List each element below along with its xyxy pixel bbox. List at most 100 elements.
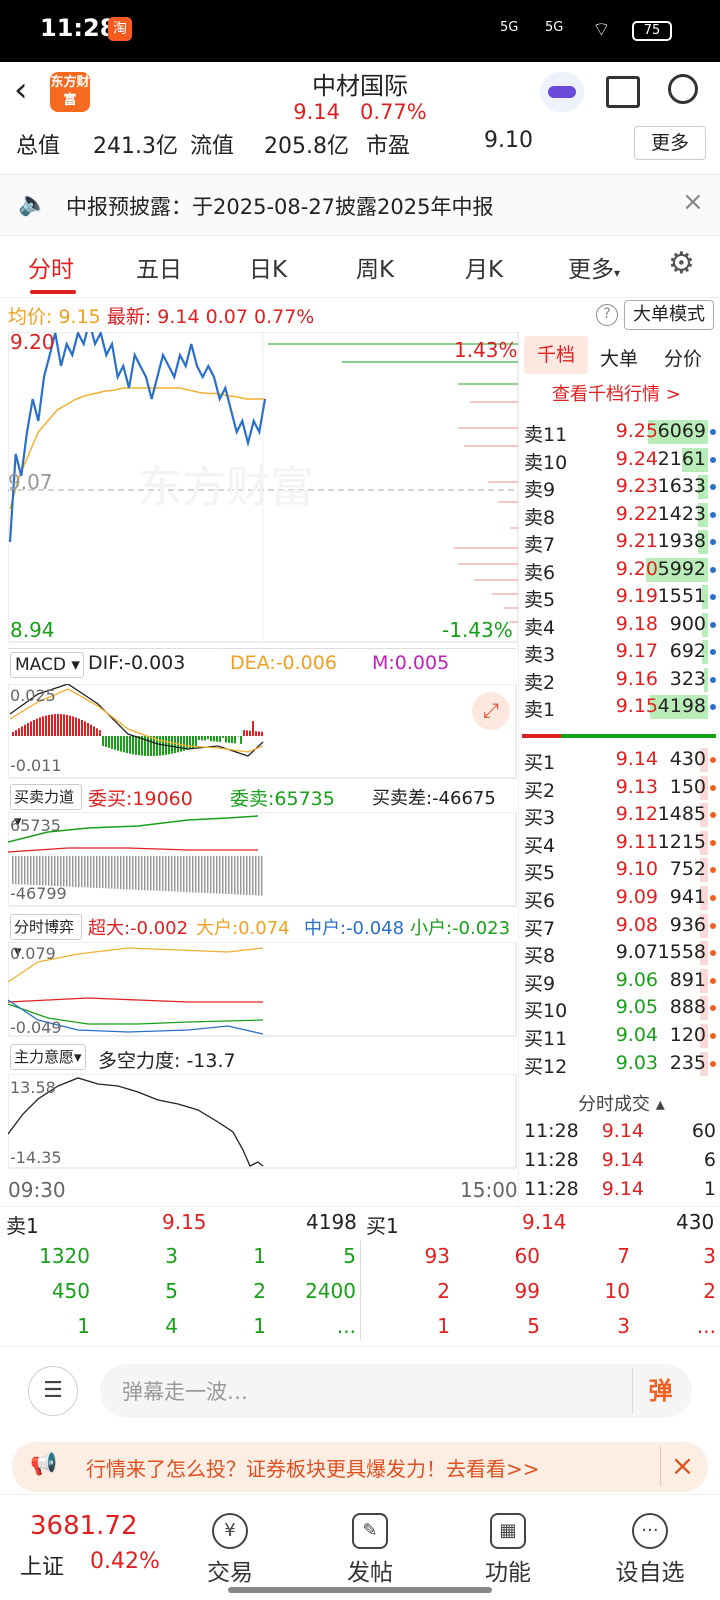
tab-big-orders[interactable]: 大单 <box>600 344 638 371</box>
flow-chart <box>8 812 517 907</box>
settings-gear-icon[interactable]: ⚙ <box>668 246 695 281</box>
flow-selector[interactable]: 买卖力道▾ <box>10 784 82 830</box>
time-end-label: 15:00 <box>460 1178 518 1202</box>
sell-level-row[interactable]: 卖11 9.25 6069 <box>522 418 718 446</box>
promo-banner[interactable]: 📢 行情来了怎么投？证券板块更具爆发力！去看看>> × <box>12 1442 708 1492</box>
tab-monthly-k[interactable]: 月K <box>465 250 503 284</box>
queue-cell: 3 <box>617 1314 630 1338</box>
more-info-button[interactable]: 更多 <box>634 126 706 160</box>
sell-level-row[interactable]: 卖2 9.16 323 <box>522 666 718 694</box>
macd-bar <box>150 736 152 756</box>
main-force-selector[interactable]: 主力意愿▾ <box>10 1044 86 1070</box>
level-volume: 936 <box>669 913 706 936</box>
nav-trade[interactable]: ¥ 交易 <box>180 1513 280 1587</box>
tab-active-indicator <box>30 290 76 294</box>
index-value[interactable]: 3681.72 <box>30 1511 138 1541</box>
buy-level-row[interactable]: 买12 9.03 235 <box>522 1050 718 1078</box>
view-levels-link[interactable]: 查看千档行情 > <box>552 380 681 406</box>
buy-level-row[interactable]: 买5 9.10 752 <box>522 856 718 884</box>
tab-five-day[interactable]: 五日 <box>136 250 182 284</box>
dot-icon <box>710 784 716 791</box>
macd-selector[interactable]: MACD ▾ <box>10 652 84 678</box>
queue-cell: ... <box>336 1314 356 1338</box>
flow-bar <box>231 856 233 895</box>
level-price: 9.13 <box>615 775 658 798</box>
notice-bar[interactable]: 🔈 中报预披露：于2025-08-27披露2025年中报 × <box>0 174 720 236</box>
search-icon[interactable] <box>668 74 698 104</box>
tab-price-dist[interactable]: 分价 <box>664 344 702 371</box>
buy-level-row[interactable]: 买1 9.14 430 <box>522 746 718 774</box>
flow-bar <box>75 856 77 887</box>
big-order-mode-button[interactable]: 大单模式 <box>624 300 714 330</box>
stock-change-pct: 0.77% <box>360 100 427 124</box>
macd-bar <box>120 736 122 752</box>
buy-level-row[interactable]: 买8 9.07 1558 <box>522 939 718 967</box>
macd-bar <box>138 736 140 756</box>
buy-level-row[interactable]: 买4 9.11 1215 <box>522 829 718 857</box>
macd-bar <box>246 730 248 736</box>
buy-level-row[interactable]: 买3 9.12 1485 <box>522 801 718 829</box>
level-label: 买12 <box>524 1055 568 1078</box>
buy-level-row[interactable]: 买9 9.06 891 <box>522 967 718 995</box>
buy-level-row[interactable]: 买11 9.04 120 <box>522 1022 718 1050</box>
help-icon[interactable]: ? <box>596 304 618 326</box>
flow-bar <box>60 856 62 887</box>
queue-cell: 450 <box>51 1279 90 1303</box>
macd-bar <box>261 731 263 736</box>
trades-title: 分时成交 ▴ <box>578 1094 665 1115</box>
flow-bar <box>201 856 203 893</box>
sell-level-row[interactable]: 卖6 9.20 5992 <box>522 556 718 584</box>
macd-bar <box>27 723 29 736</box>
nav-add-watchlist[interactable]: ··· 设自选 <box>600 1513 700 1587</box>
flow-bar <box>228 856 230 895</box>
sell-level-row[interactable]: 卖4 9.18 900 <box>522 611 718 639</box>
queue-cell: 99 <box>514 1279 540 1303</box>
macd-bar <box>213 736 215 742</box>
dot-icon <box>710 977 716 984</box>
flow-bar <box>225 856 227 894</box>
nav-post[interactable]: ✎ 发帖 <box>320 1513 420 1587</box>
tab-weekly-k[interactable]: 周K <box>356 250 394 284</box>
sell-level-row[interactable]: 卖1 9.15 4198 <box>522 693 718 721</box>
flow-bar <box>54 856 56 886</box>
dot-icon <box>710 839 716 846</box>
buy-level-row[interactable]: 买2 9.13 150 <box>522 774 718 802</box>
level-label: 买7 <box>524 917 556 940</box>
close-icon[interactable]: × <box>682 187 704 217</box>
buy-level-row[interactable]: 买7 9.08 936 <box>522 912 718 940</box>
sell-level-row[interactable]: 卖10 9.24 2161 <box>522 446 718 474</box>
intraday-price-chart[interactable]: 东方财富 <box>8 332 520 644</box>
level-price: 9.05 <box>615 996 658 1019</box>
buy-level-row[interactable]: 买6 9.09 941 <box>522 884 718 912</box>
level-price: 9.08 <box>615 913 658 936</box>
expand-icon[interactable]: ⤢ <box>472 692 510 730</box>
change-value: 0.07 <box>205 306 248 328</box>
sell-level-row[interactable]: 卖5 9.19 1551 <box>522 583 718 611</box>
flow-bar <box>138 856 140 890</box>
buy-level-row[interactable]: 买10 9.05 888 <box>522 994 718 1022</box>
tab-thousand-levels[interactable]: 千档 <box>524 336 588 374</box>
tab-more[interactable]: 更多▾ <box>568 250 620 284</box>
robot-assistant-icon[interactable] <box>540 72 584 112</box>
sell-level-row[interactable]: 卖9 9.23 1633 <box>522 473 718 501</box>
sell-level-row[interactable]: 卖8 9.22 1423 <box>522 501 718 529</box>
tab-intraday[interactable]: 分时 <box>28 250 74 284</box>
share-icon[interactable] <box>606 76 640 108</box>
flow-bar <box>66 856 68 887</box>
game-selector[interactable]: 分时博弈▾ <box>10 914 82 960</box>
macd-bar <box>39 717 41 736</box>
flow-bar <box>213 856 215 894</box>
nav-functions[interactable]: ▦ 功能 <box>458 1513 558 1587</box>
sell-level-row[interactable]: 卖7 9.21 1938 <box>522 528 718 556</box>
level-price: 9.20 <box>615 557 658 580</box>
danmaku-input[interactable]: 弹幕走一波… 弹 <box>100 1364 692 1418</box>
macd-top-label: 0.025 <box>10 686 56 705</box>
macd-bar <box>216 736 218 742</box>
danmaku-settings-icon[interactable]: ☰ <box>28 1366 78 1416</box>
danmaku-send-button[interactable]: 弹 <box>632 1368 688 1414</box>
tab-daily-k[interactable]: 日K <box>249 250 287 284</box>
sell-level-row[interactable]: 卖3 9.17 692 <box>522 638 718 666</box>
level-label: 买6 <box>524 890 556 912</box>
status-bar: 11:28 淘 5G 5G ⌔ 75 <box>0 0 720 62</box>
banner-close-icon[interactable]: × <box>660 1446 704 1486</box>
